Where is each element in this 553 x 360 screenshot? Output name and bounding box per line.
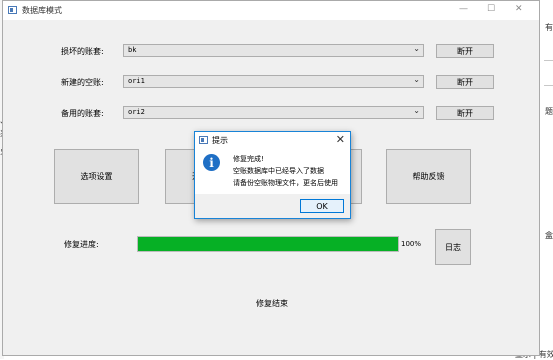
dialog-app-icon: [199, 136, 208, 144]
new-empty-account-value: ori1: [128, 77, 145, 85]
options-settings-button[interactable]: 选项设置: [54, 149, 139, 204]
chevron-down-icon: ⌄: [413, 44, 420, 53]
dialog-titlebar[interactable]: 提示 ✕: [195, 132, 350, 148]
new-empty-account-label: 新建的空账:: [61, 78, 104, 87]
minimize-icon[interactable]: —: [459, 4, 468, 14]
chevron-down-icon: ⌄: [413, 106, 420, 115]
disconnect-button-1[interactable]: 断开: [436, 44, 494, 58]
progress-bar-fill: [138, 237, 398, 251]
damaged-account-select[interactable]: bk ⌄: [123, 44, 424, 57]
background-right-text: 有: [545, 23, 553, 32]
disconnect-button-3[interactable]: 断开: [436, 106, 494, 120]
damaged-account-label: 损坏的账套:: [61, 47, 104, 56]
damaged-account-value: bk: [128, 46, 137, 54]
dialog-title: 提示: [212, 136, 228, 145]
progress-percent: 100%: [401, 240, 422, 248]
background-right-edge: [540, 0, 553, 359]
backup-account-value: ori2: [128, 108, 145, 116]
ok-button[interactable]: OK: [300, 199, 344, 213]
backup-account-select[interactable]: ori2 ⌄: [123, 106, 424, 119]
background-right-text: 盒: [545, 231, 553, 240]
window-titlebar[interactable]: 数据库模式 — ☐ ✕: [3, 1, 539, 20]
info-icon: i: [203, 154, 220, 171]
new-empty-account-select[interactable]: ori1 ⌄: [123, 75, 424, 88]
backup-account-label: 备用的账套:: [61, 109, 104, 118]
window-title: 数据库模式: [22, 6, 62, 15]
progress-label: 修复进度:: [64, 240, 99, 249]
status-text: 修复结束: [256, 299, 288, 308]
app-icon: [8, 6, 17, 14]
progress-bar: [137, 236, 399, 252]
dialog-message-line: 空账数据库中已经导入了数据: [233, 167, 324, 175]
chevron-down-icon: ⌄: [413, 75, 420, 84]
log-button[interactable]: 日志: [435, 229, 471, 265]
dialog-message-line: 请备份空账物理文件，更名后使用: [233, 179, 338, 187]
dialog-message-line: 修复完成!: [233, 155, 264, 163]
background-divider: [544, 60, 553, 61]
background-divider: [544, 85, 553, 86]
info-dialog: 提示 ✕ i 修复完成! 空账数据库中已经导入了数据 请备份空账物理文件，更名后…: [194, 131, 351, 219]
disconnect-button-2[interactable]: 断开: [436, 75, 494, 89]
background-right-text: 题: [545, 107, 553, 116]
close-icon[interactable]: ✕: [515, 4, 523, 14]
close-icon[interactable]: ✕: [336, 133, 345, 146]
help-feedback-button[interactable]: 帮助反馈: [386, 149, 471, 204]
maximize-icon[interactable]: ☐: [487, 4, 495, 14]
dialog-body: i 修复完成! 空账数据库中已经导入了数据 请备份空账物理文件，更名后使用: [195, 148, 350, 194]
